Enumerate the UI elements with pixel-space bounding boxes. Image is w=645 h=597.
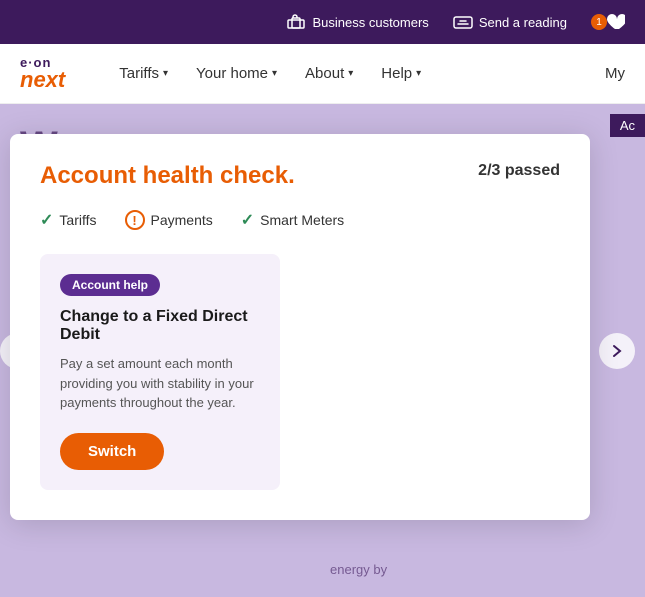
top-bar: Business customers Send a reading 1 xyxy=(0,0,645,44)
business-customers-link[interactable]: Business customers xyxy=(286,12,428,32)
nav-tariffs-label: Tariffs xyxy=(119,65,159,82)
heart-icon xyxy=(605,12,625,32)
health-check-modal: Account health check. 2/3 passed ✓ Tarif… xyxy=(10,134,590,520)
send-reading-label: Send a reading xyxy=(479,15,567,30)
nav-your-home-label: Your home xyxy=(196,65,268,82)
nav-my[interactable]: My xyxy=(591,65,625,82)
nav-help-label: Help xyxy=(381,65,412,82)
meter-icon xyxy=(453,12,473,32)
card-tag: Account help xyxy=(60,274,160,296)
chevron-down-icon: ▾ xyxy=(348,68,353,79)
nav-your-home[interactable]: Your home ▾ xyxy=(182,44,291,104)
nav-about-label: About xyxy=(305,65,344,82)
modal-header: Account health check. 2/3 passed xyxy=(40,162,560,190)
nav-about[interactable]: About ▾ xyxy=(291,44,367,104)
nav-help[interactable]: Help ▾ xyxy=(367,44,435,104)
check-tariffs-label: Tariffs xyxy=(59,212,96,228)
nav-tariffs[interactable]: Tariffs ▾ xyxy=(105,44,182,104)
check-smart-meters-icon: ✓ xyxy=(241,210,254,230)
modal-title: Account health check. xyxy=(40,162,295,190)
briefcase-icon xyxy=(286,12,306,32)
check-tariffs-icon: ✓ xyxy=(40,210,53,230)
modal-checks: ✓ Tariffs ! Payments ✓ Smart Meters xyxy=(40,210,560,230)
main-nav: e·on next Tariffs ▾ Your home ▾ About ▾ … xyxy=(0,44,645,104)
chevron-down-icon: ▾ xyxy=(163,68,168,79)
check-smart-meters: ✓ Smart Meters xyxy=(241,210,344,230)
modal-passed: 2/3 passed xyxy=(478,162,560,180)
card-description: Pay a set amount each month providing yo… xyxy=(60,354,260,413)
logo-next: next xyxy=(20,69,65,91)
chevron-down-icon: ▾ xyxy=(272,68,277,79)
switch-button[interactable]: Switch xyxy=(60,433,164,470)
account-help-card: Account help Change to a Fixed Direct De… xyxy=(40,254,280,490)
check-payments-icon: ! xyxy=(125,210,145,230)
chevron-down-icon: ▾ xyxy=(416,68,421,79)
logo[interactable]: e·on next xyxy=(20,56,65,91)
modal-container: Account health check. 2/3 passed ✓ Tarif… xyxy=(0,104,645,597)
check-payments: ! Payments xyxy=(125,210,213,230)
business-customers-label: Business customers xyxy=(312,15,428,30)
check-smart-meters-label: Smart Meters xyxy=(260,212,344,228)
card-title: Change to a Fixed Direct Debit xyxy=(60,308,260,344)
check-payments-label: Payments xyxy=(151,212,213,228)
notifications-link[interactable]: 1 xyxy=(591,12,625,32)
send-reading-link[interactable]: Send a reading xyxy=(453,12,567,32)
nav-my-label: My xyxy=(605,65,625,82)
check-tariffs: ✓ Tariffs xyxy=(40,210,97,230)
